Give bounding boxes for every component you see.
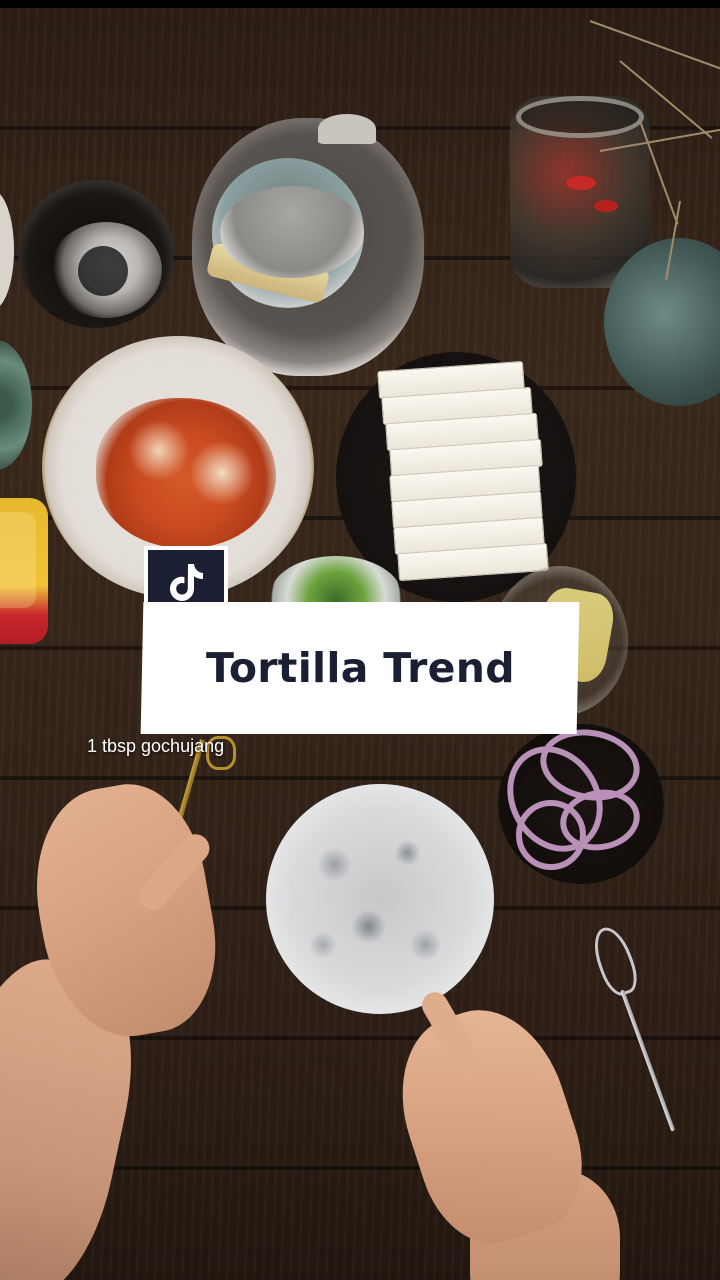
red-chili (594, 200, 618, 212)
title-card: Tortilla Trend (140, 602, 580, 734)
onion-ring (516, 800, 586, 870)
salt-shadow (78, 246, 128, 296)
red-chili (566, 176, 596, 190)
jar-rim (516, 96, 644, 138)
dried-flower-stem (589, 20, 720, 70)
small-grey-bowl (220, 186, 364, 278)
video-title: Tortilla Trend (205, 644, 515, 692)
whisk-handle (620, 989, 676, 1132)
white-plate-edge (0, 190, 14, 310)
kimchi (96, 398, 276, 548)
bowl-spout (318, 114, 376, 144)
speckled-mixing-bowl (266, 784, 494, 1014)
yellow-container (0, 498, 48, 644)
green-bowl (0, 340, 32, 470)
whisk-icon (587, 922, 643, 1000)
step-caption: 1 tbsp gochujang (87, 736, 225, 756)
top-black-bar (0, 0, 720, 8)
